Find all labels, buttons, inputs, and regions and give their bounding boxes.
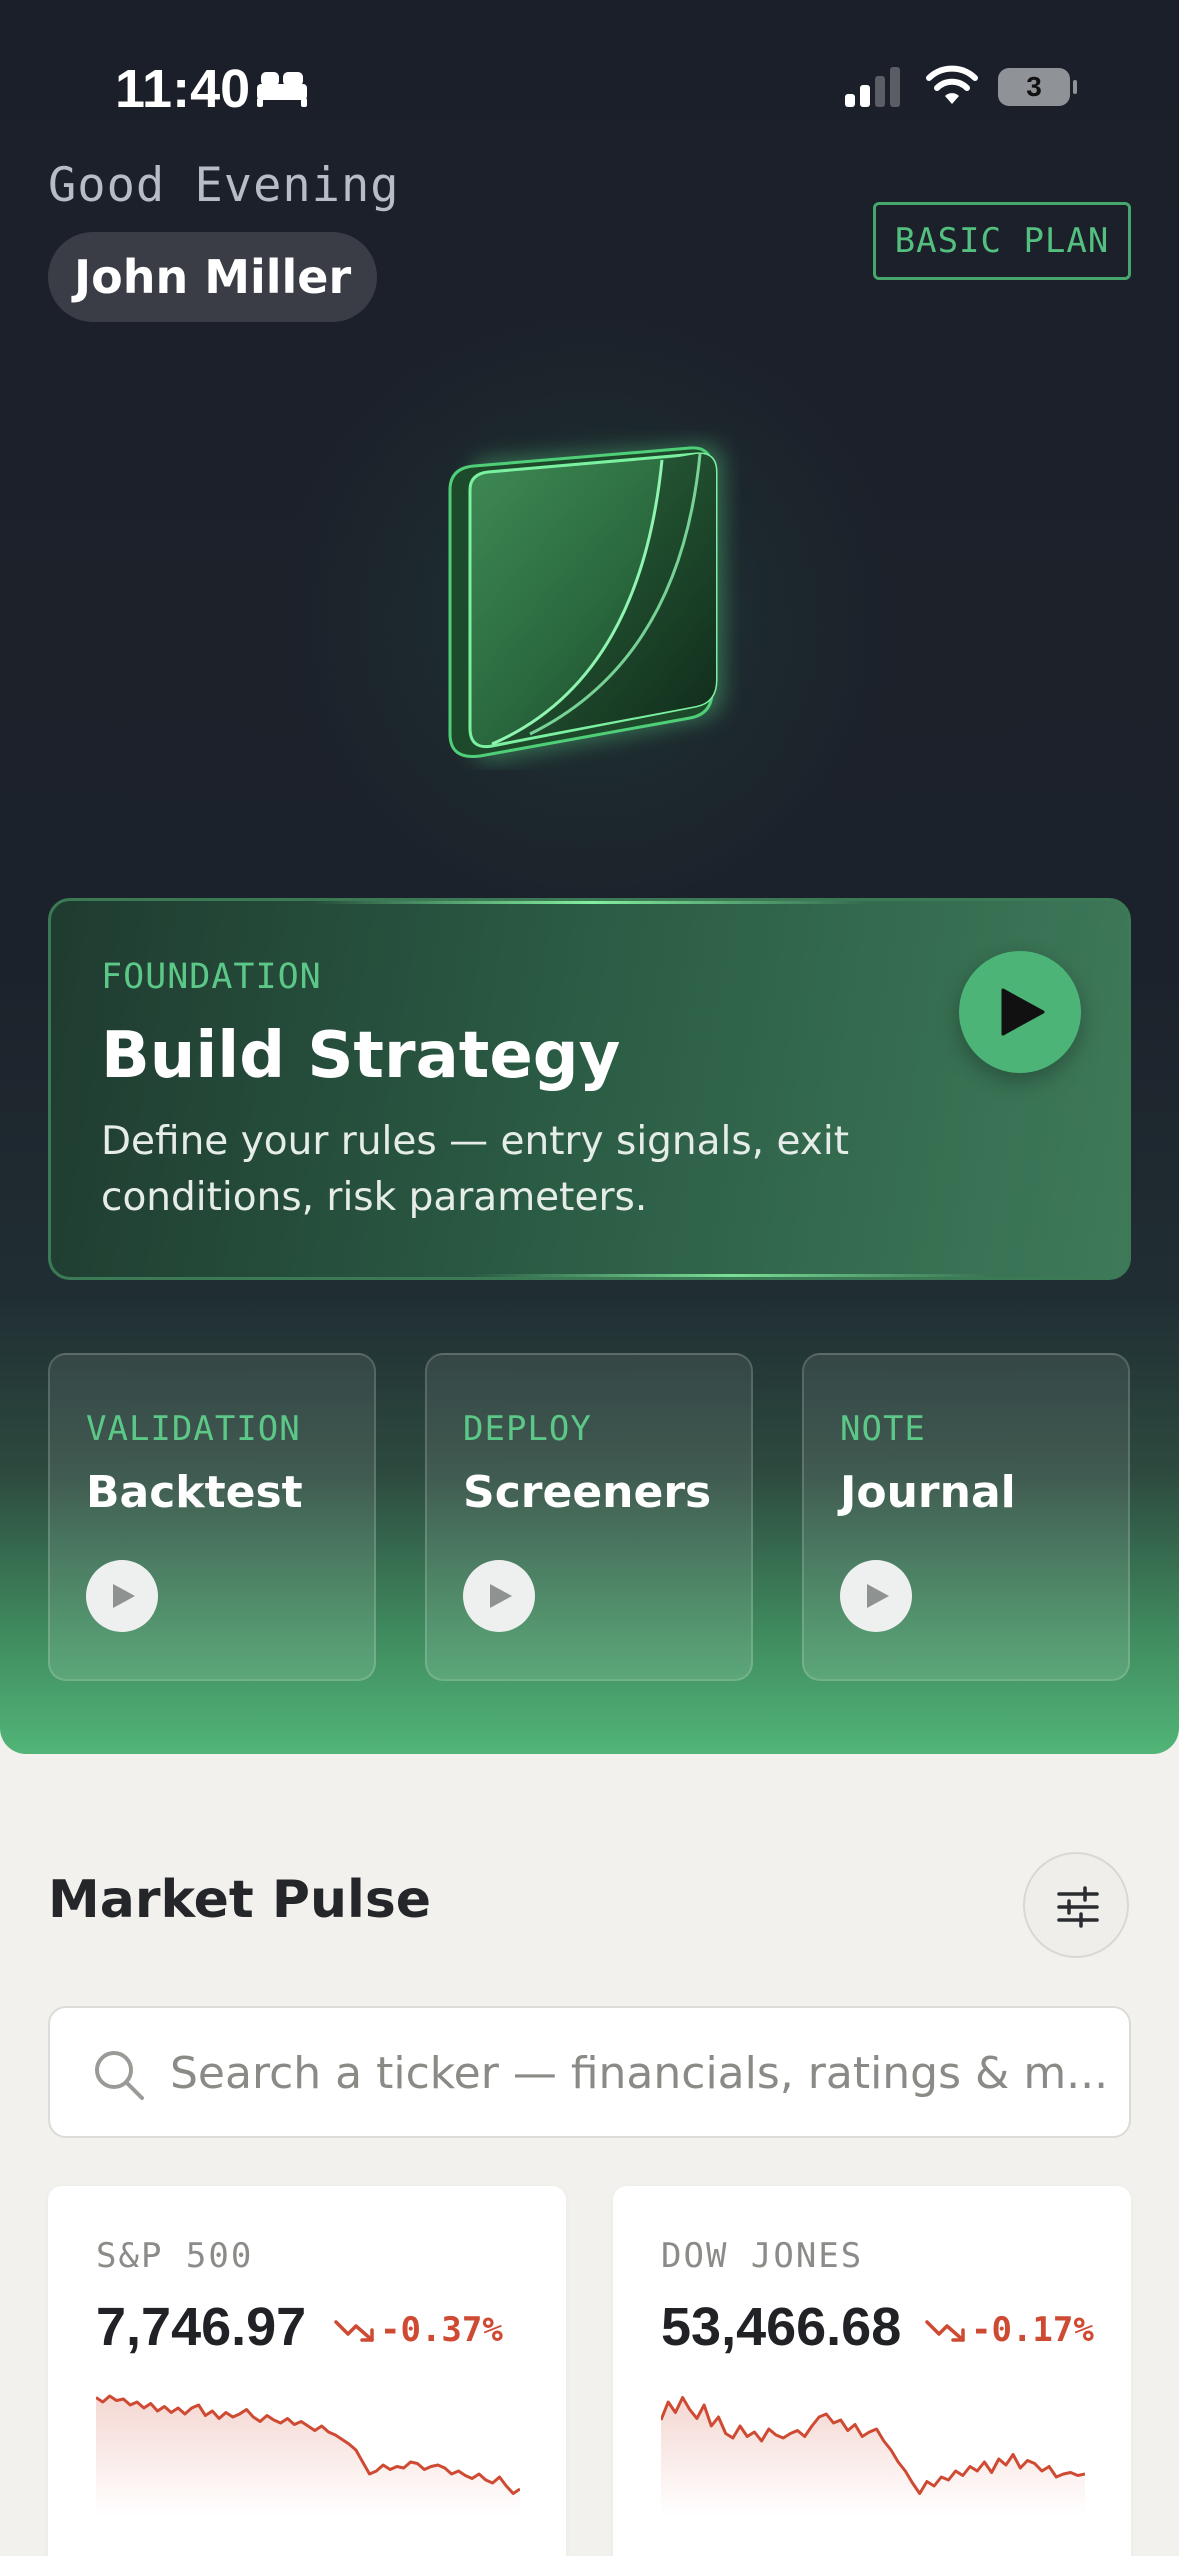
mini-card-title: Backtest [86,1467,303,1518]
hero-section: 11:40 3 Good Evening John Miller BASIC P… [0,0,1179,1754]
sparkline-area [96,2396,520,2516]
app-logo-icon [448,443,724,761]
backtest-play-button[interactable] [86,1560,158,1632]
search-icon [95,2051,144,2100]
battery-level: 3 [998,68,1070,106]
mini-card-title: Screeners [463,1467,712,1518]
index-name: S&P 500 [96,2236,254,2276]
battery-cap [1073,80,1077,94]
index-value: 7,746.97 [96,2297,307,2357]
screeners-play-button[interactable] [463,1560,535,1632]
index-card-sp500[interactable]: S&P 500 7,746.97 -0.37% [48,2186,566,2556]
mini-card-eyebrow: NOTE [840,1409,926,1449]
sparkline-area [661,2397,1085,2516]
user-name-pill[interactable]: John Miller [48,232,378,322]
index-name: DOW JONES [661,2236,864,2276]
mini-card-eyebrow: VALIDATION [86,1409,301,1449]
mini-card-title: Journal [840,1467,1016,1518]
sparkline-chart [661,2396,1085,2516]
play-icon [113,1584,135,1608]
build-strategy-play-button[interactable] [959,951,1081,1073]
market-pulse-title: Market Pulse [48,1870,432,1930]
ticker-search-input[interactable] [170,2028,1110,2118]
build-strategy-card[interactable]: FOUNDATION Build Strategy Define your ru… [48,898,1131,1280]
backtest-card[interactable]: VALIDATION Backtest [48,1353,376,1681]
ticker-search-box[interactable] [48,2006,1131,2138]
journal-card[interactable]: NOTE Journal [802,1353,1130,1681]
plan-badge[interactable]: BASIC PLAN [873,202,1131,280]
screeners-card[interactable]: DEPLOY Screeners [425,1353,753,1681]
cellular-signal-icon [845,67,900,107]
sliders-icon [1057,1886,1099,1928]
journal-play-button[interactable] [840,1560,912,1632]
index-change: -0.37% [380,2310,503,2350]
play-icon [490,1584,512,1608]
feature-description: Define your rules — entry signals, exit … [101,1119,849,1220]
feature-title: Build Strategy [101,1019,621,1093]
feature-eyebrow: FOUNDATION [101,957,322,997]
wifi-icon [926,65,978,104]
play-icon [867,1584,889,1608]
index-card-dow-jones[interactable]: DOW JONES 53,466.68 -0.17% [613,2186,1131,2556]
filter-button[interactable] [1023,1852,1129,1958]
trend-down-icon [334,2320,374,2342]
index-value: 53,466.68 [661,2297,902,2357]
sparkline-chart [96,2394,520,2516]
mini-card-eyebrow: DEPLOY [463,1409,592,1449]
index-change: -0.17% [971,2310,1094,2350]
play-icon [1001,988,1045,1036]
battery-indicator: 3 [998,68,1077,106]
greeting-text: Good Evening [48,158,400,213]
sleep-focus-icon [257,72,307,107]
trend-down-icon [925,2320,965,2342]
status-time: 11:40 [115,59,251,119]
